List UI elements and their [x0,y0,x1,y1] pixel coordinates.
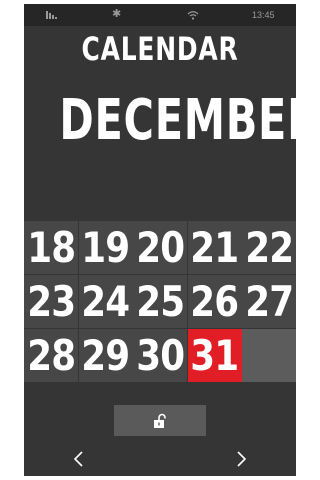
bluetooth-icon: ✱ [112,7,122,20]
unlock-icon [154,413,166,428]
unlock-button[interactable] [114,405,206,436]
day-cell[interactable]: 19 [78,221,133,274]
month-title: DECEMBER [59,88,296,153]
day-cell[interactable]: 30 [133,329,187,382]
day-cell[interactable]: 27 [242,275,296,328]
day-cell[interactable]: 29 [78,329,133,382]
day-cell[interactable]: 23 [24,275,78,328]
day-cell[interactable]: 20 [133,221,187,274]
app-title: CALENDAR [81,30,239,68]
day-cell-today[interactable]: 31 [187,329,242,382]
device-screen: ✱ 13:45 CALENDAR DECEMBER 18 19 20 21 22… [24,4,296,476]
day-cell[interactable]: 25 [133,275,187,328]
day-cell[interactable]: 26 [187,275,242,328]
signal-icon [46,11,57,19]
wifi-icon [187,11,199,20]
calendar-grid: 18 19 20 21 22 23 24 25 26 27 28 29 30 3… [24,221,296,383]
day-cell[interactable]: 22 [242,221,296,274]
day-cell[interactable]: 21 [187,221,242,274]
chevron-left-icon[interactable] [72,450,86,468]
day-cell[interactable]: 28 [24,329,78,382]
status-time: 13:45 [252,10,275,20]
day-cell-empty [242,329,296,382]
status-bar: ✱ 13:45 [24,4,296,26]
day-cell[interactable]: 24 [78,275,133,328]
chevron-right-icon[interactable] [234,450,248,468]
day-cell[interactable]: 18 [24,221,78,274]
